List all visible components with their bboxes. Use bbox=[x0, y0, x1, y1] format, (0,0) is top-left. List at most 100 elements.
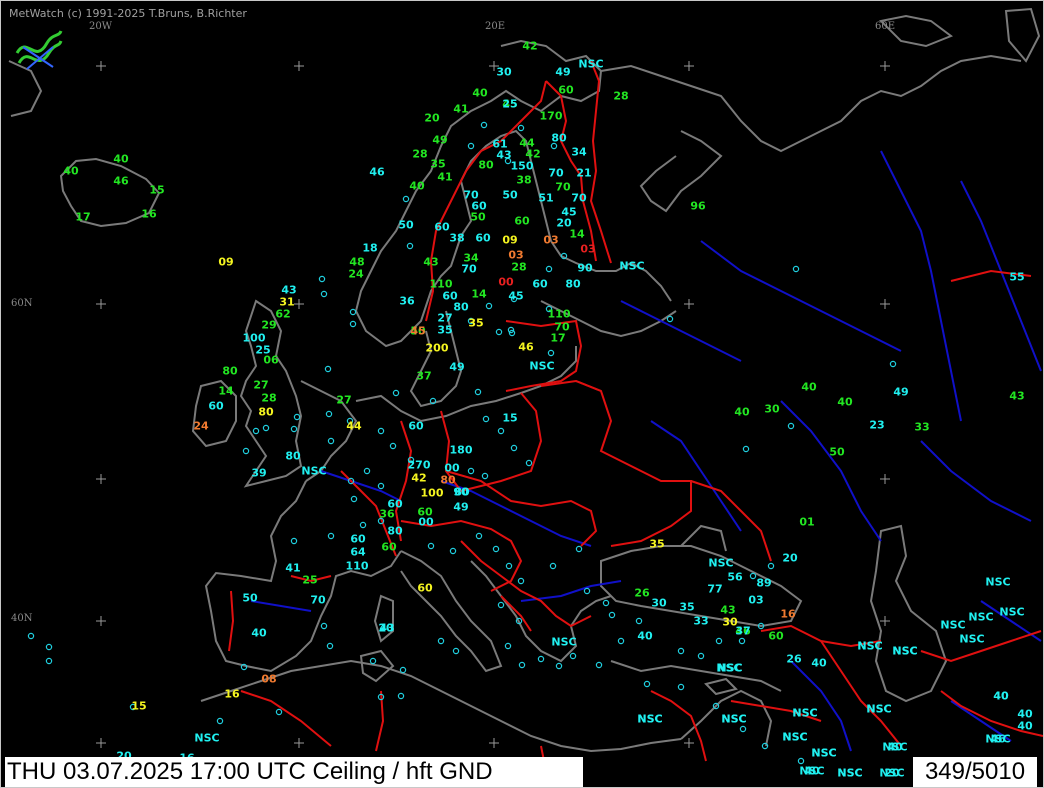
station-ceiling-label[interactable]: 100 bbox=[421, 487, 444, 500]
station-ceiling-label[interactable]: 200 bbox=[426, 342, 449, 355]
station-ceiling-label[interactable]: 49 bbox=[453, 501, 468, 514]
station-marker[interactable] bbox=[889, 360, 897, 368]
station-marker[interactable] bbox=[290, 425, 298, 433]
station-ceiling-label[interactable]: 80 bbox=[453, 301, 468, 314]
station-marker[interactable] bbox=[715, 637, 723, 645]
station-ceiling-label[interactable]: 34 bbox=[571, 146, 586, 159]
station-marker[interactable] bbox=[349, 308, 357, 316]
station-ceiling-label[interactable]: NSC bbox=[968, 611, 993, 624]
station-ceiling-label[interactable]: 43 bbox=[496, 149, 511, 162]
station-ceiling-label[interactable]: NSC bbox=[811, 747, 836, 760]
station-ceiling-label[interactable]: 15 bbox=[149, 184, 164, 197]
station-ceiling-label[interactable]: 40 bbox=[811, 657, 826, 670]
station-marker[interactable] bbox=[389, 442, 397, 450]
station-ceiling-label[interactable]: 100 bbox=[243, 332, 266, 345]
station-ceiling-label[interactable]: 60 bbox=[768, 630, 783, 643]
station-ceiling-label[interactable]: 28 bbox=[511, 261, 526, 274]
station-marker[interactable] bbox=[517, 124, 525, 132]
station-ceiling-label[interactable]: 36 bbox=[399, 295, 414, 308]
station-ceiling-label[interactable]: 45 bbox=[508, 290, 523, 303]
station-marker[interactable] bbox=[377, 427, 385, 435]
station-ceiling-label[interactable]: 27 bbox=[336, 394, 351, 407]
station-marker[interactable] bbox=[327, 437, 335, 445]
station-marker[interactable] bbox=[497, 601, 505, 609]
station-ceiling-label[interactable]: NSC bbox=[866, 703, 891, 716]
station-ceiling-label[interactable]: 50 bbox=[470, 211, 485, 224]
station-ceiling-label[interactable]: 33 bbox=[914, 421, 929, 434]
station-ceiling-label[interactable]: 46 bbox=[518, 341, 533, 354]
station-ceiling-label[interactable]: 80 bbox=[478, 159, 493, 172]
station-ceiling-label[interactable]: 80 bbox=[565, 278, 580, 291]
station-marker[interactable] bbox=[449, 547, 457, 555]
station-marker[interactable] bbox=[377, 482, 385, 490]
station-ceiling-label[interactable]: 15 bbox=[131, 700, 146, 713]
station-marker[interactable] bbox=[545, 265, 553, 273]
station-ceiling-label[interactable]: 03 bbox=[748, 594, 763, 607]
station-ceiling-label[interactable]: 70 bbox=[310, 594, 325, 607]
station-ceiling-label[interactable]: 50 bbox=[829, 446, 844, 459]
station-ceiling-label[interactable]: 50 bbox=[242, 592, 257, 605]
station-ceiling-label[interactable]: 70 bbox=[461, 263, 476, 276]
station-ceiling-label[interactable]: 20 bbox=[378, 622, 393, 635]
station-ceiling-label[interactable]: 70 bbox=[555, 181, 570, 194]
station-ceiling-label[interactable]: 110 bbox=[548, 308, 571, 321]
station-ceiling-label[interactable]: 40 bbox=[637, 630, 652, 643]
station-ceiling-label[interactable]: NSC bbox=[708, 557, 733, 570]
station-marker[interactable] bbox=[406, 242, 414, 250]
station-marker[interactable] bbox=[475, 532, 483, 540]
station-marker[interactable] bbox=[474, 388, 482, 396]
station-ceiling-label[interactable]: 09 bbox=[218, 256, 233, 269]
station-ceiling-label[interactable]: 55 bbox=[1009, 271, 1024, 284]
station-ceiling-label[interactable]: 60 bbox=[532, 278, 547, 291]
station-ceiling-label[interactable]: NSC bbox=[799, 765, 824, 778]
station-ceiling-label[interactable]: 77 bbox=[707, 583, 722, 596]
station-ceiling-label[interactable]: 270 bbox=[408, 459, 431, 472]
station-ceiling-label[interactable]: 50 bbox=[398, 219, 413, 232]
station-ceiling-label[interactable]: 38 bbox=[449, 232, 464, 245]
station-ceiling-label[interactable]: 35 bbox=[649, 538, 664, 551]
station-ceiling-label[interactable]: 49 bbox=[449, 361, 464, 374]
station-ceiling-label[interactable]: 29 bbox=[261, 319, 276, 332]
station-ceiling-label[interactable]: 37 bbox=[735, 625, 750, 638]
station-ceiling-label[interactable]: 180 bbox=[450, 444, 473, 457]
station-marker[interactable] bbox=[326, 642, 334, 650]
station-marker[interactable] bbox=[27, 632, 35, 640]
station-ceiling-label[interactable]: 18 bbox=[362, 242, 377, 255]
station-marker[interactable] bbox=[510, 444, 518, 452]
station-ceiling-label[interactable]: 20 bbox=[782, 552, 797, 565]
station-marker[interactable] bbox=[467, 142, 475, 150]
station-ceiling-label[interactable]: 42 bbox=[522, 40, 537, 53]
station-marker[interactable] bbox=[617, 637, 625, 645]
station-marker[interactable] bbox=[327, 532, 335, 540]
station-ceiling-label[interactable]: NSC bbox=[782, 731, 807, 744]
station-marker[interactable] bbox=[359, 521, 367, 529]
station-ceiling-label[interactable]: 25 bbox=[302, 574, 317, 587]
station-ceiling-label[interactable]: 40 bbox=[837, 396, 852, 409]
station-ceiling-label[interactable]: 24 bbox=[348, 268, 363, 281]
station-marker[interactable] bbox=[555, 662, 563, 670]
station-ceiling-label[interactable]: 60 bbox=[434, 221, 449, 234]
station-ceiling-label[interactable]: 40 bbox=[113, 153, 128, 166]
station-ceiling-label[interactable]: 14 bbox=[471, 288, 486, 301]
station-ceiling-label[interactable]: 35 bbox=[437, 324, 452, 337]
station-marker[interactable] bbox=[749, 572, 757, 580]
station-marker[interactable] bbox=[505, 562, 513, 570]
station-ceiling-label[interactable]: 62 bbox=[275, 308, 290, 321]
station-ceiling-label[interactable]: 08 bbox=[261, 673, 276, 686]
station-marker[interactable] bbox=[739, 725, 747, 733]
station-ceiling-label[interactable]: 43 bbox=[423, 256, 438, 269]
station-ceiling-label[interactable]: 45 bbox=[410, 325, 425, 338]
station-ceiling-label[interactable]: 38 bbox=[516, 174, 531, 187]
station-ceiling-label[interactable]: 16 bbox=[780, 608, 795, 621]
station-marker[interactable] bbox=[262, 424, 270, 432]
station-ceiling-label[interactable]: 51 bbox=[538, 192, 553, 205]
station-ceiling-label[interactable]: 28 bbox=[613, 90, 628, 103]
station-marker[interactable] bbox=[666, 315, 674, 323]
station-ceiling-label[interactable]: 27 bbox=[253, 379, 268, 392]
station-ceiling-label[interactable]: 00 bbox=[418, 516, 433, 529]
station-ceiling-label[interactable]: 46 bbox=[369, 166, 384, 179]
station-ceiling-label[interactable]: 01 bbox=[799, 516, 814, 529]
station-marker[interactable] bbox=[324, 365, 332, 373]
station-ceiling-label[interactable]: 40 bbox=[63, 165, 78, 178]
station-ceiling-label[interactable]: 60 bbox=[208, 400, 223, 413]
